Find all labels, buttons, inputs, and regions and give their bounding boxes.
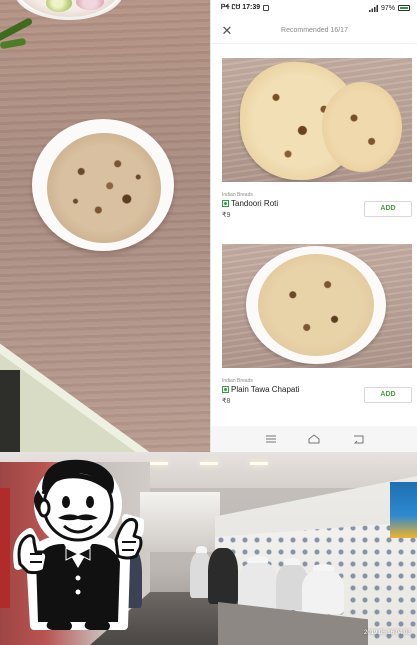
item-image[interactable] xyxy=(222,58,412,182)
status-bar: ᏢᏎ ᏝᏌ 17:39 97% xyxy=(211,0,417,16)
item-category: Indian Breads xyxy=(222,192,253,198)
app-screenshot: ᏢᏎ ᏝᏌ 17:39 97% ✕ Recommended 16/17 Indi… xyxy=(210,0,417,452)
system-nav-bar xyxy=(211,426,417,452)
add-button[interactable]: ADD xyxy=(364,201,412,217)
roti-plate-photo xyxy=(0,0,210,452)
status-time: ᏢᏎ ᏝᏌ 17:39 xyxy=(221,4,261,11)
ceiling-light xyxy=(150,462,168,465)
battery-icon xyxy=(398,5,410,11)
status-right: 97% xyxy=(368,4,410,12)
veg-indicator-icon xyxy=(222,386,229,393)
back-icon[interactable] xyxy=(351,432,365,446)
photo-timestamp: 2019.05.16 04:03 xyxy=(364,630,411,636)
ceiling-light xyxy=(200,462,218,465)
item-price: ₹8 xyxy=(222,398,231,405)
header-bar: ✕ Recommended 16/17 xyxy=(211,18,417,44)
signal-icon xyxy=(368,4,378,12)
diner xyxy=(238,556,278,612)
notification-icon xyxy=(263,5,270,11)
add-button[interactable]: ADD xyxy=(364,387,412,403)
tandoori-roti xyxy=(322,82,402,172)
status-left: ᏢᏎ ᏝᏌ 17:39 xyxy=(221,4,270,12)
roti xyxy=(47,133,161,243)
veg-indicator-icon xyxy=(222,200,229,207)
item-price: ₹9 xyxy=(222,212,231,219)
close-icon[interactable]: ✕ xyxy=(219,23,235,39)
waiter-logo-icon xyxy=(13,459,144,630)
battery-percent: 97% xyxy=(380,4,395,12)
floor-shadow xyxy=(0,370,20,452)
item-name: Tandoori Roti xyxy=(231,199,279,208)
item-image[interactable] xyxy=(222,244,412,368)
wall-poster xyxy=(390,482,417,538)
home-icon[interactable] xyxy=(307,432,321,446)
chapati xyxy=(258,254,374,356)
diner xyxy=(302,564,344,614)
diner xyxy=(208,548,238,604)
menu-icon[interactable] xyxy=(264,432,278,446)
page-title: Recommended 16/17 xyxy=(281,27,348,34)
corridor xyxy=(140,492,220,552)
item-category: Indian Breads xyxy=(222,378,253,384)
item-name: Plain Tawa Chapati xyxy=(231,385,300,394)
ceiling-light xyxy=(250,462,268,465)
